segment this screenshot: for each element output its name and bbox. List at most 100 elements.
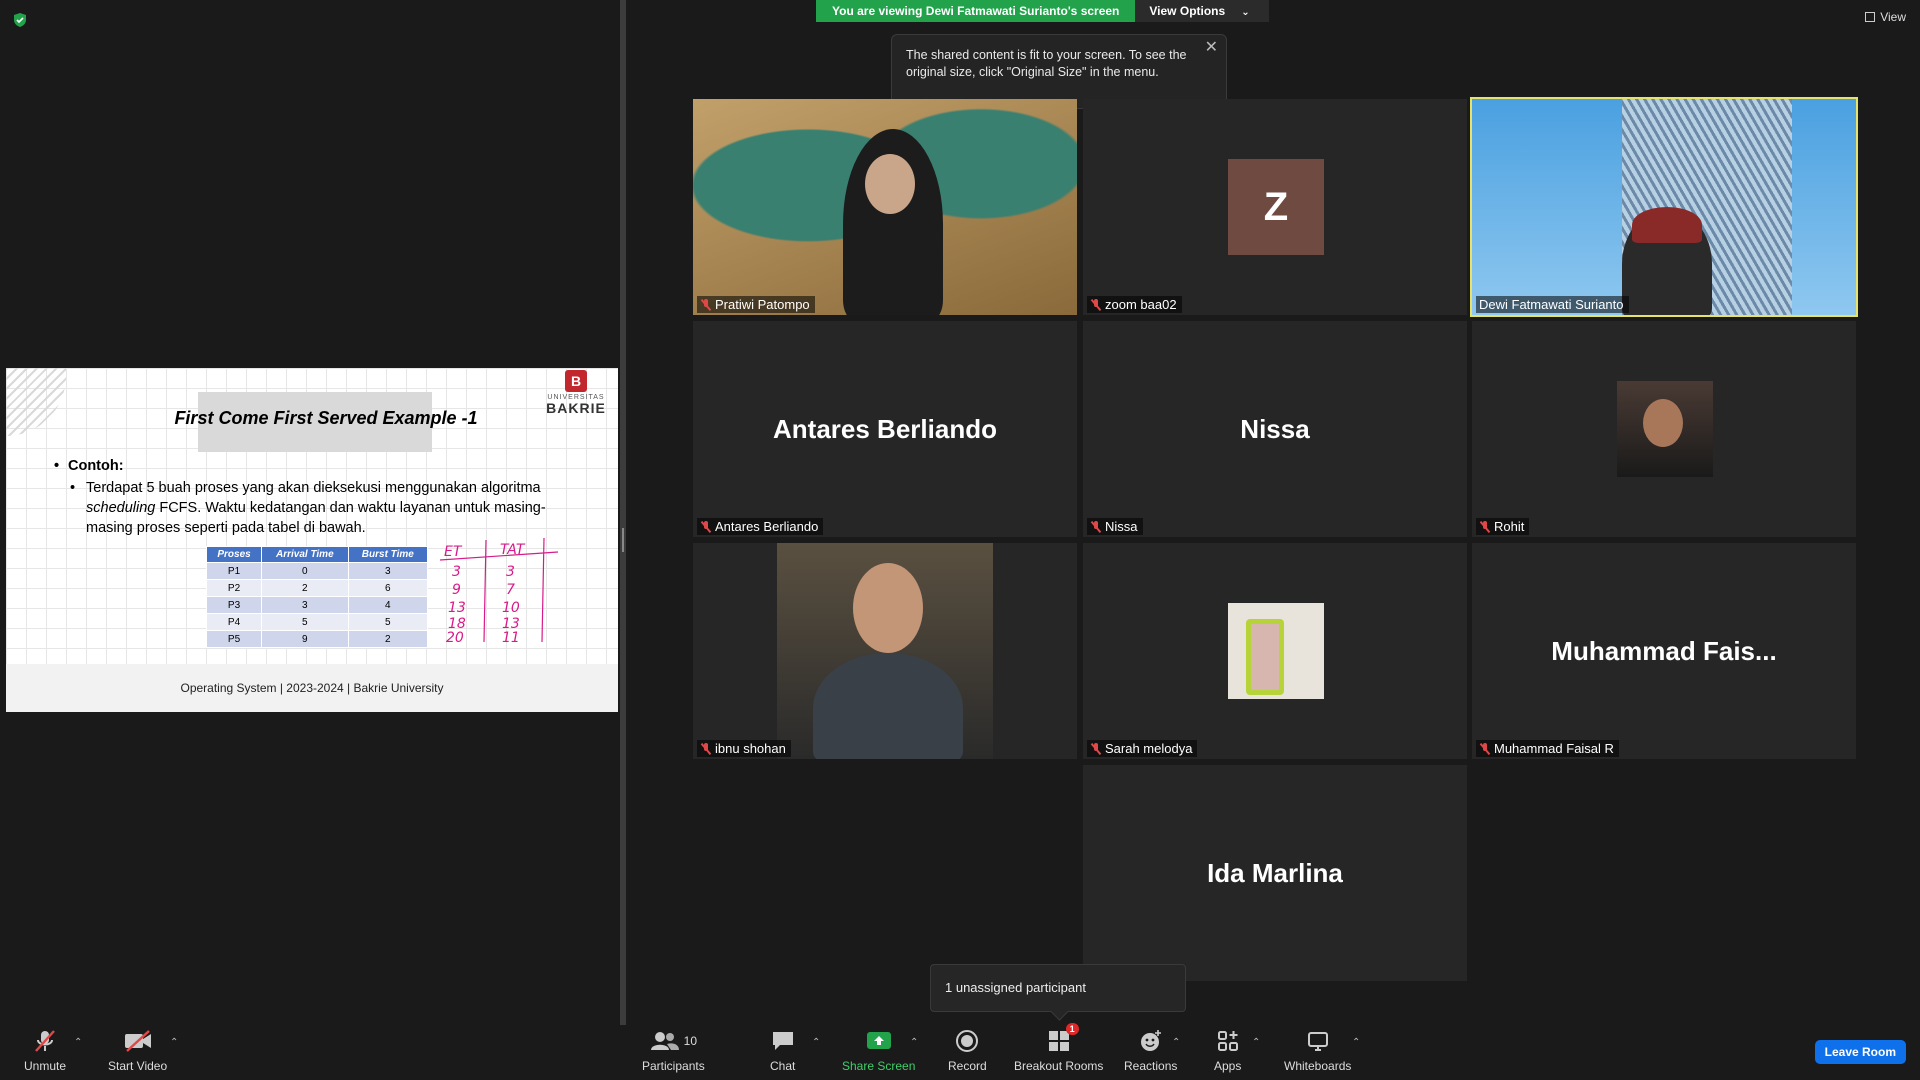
security-shield-icon[interactable] bbox=[12, 12, 28, 28]
participant-name: Sarah melodya bbox=[1105, 741, 1193, 756]
video-options-caret-icon[interactable]: ⌃ bbox=[170, 1037, 178, 1048]
mic-muted-icon bbox=[32, 1029, 58, 1053]
table-cell: 6 bbox=[347, 579, 429, 597]
participant-display-name: Ida Marlina bbox=[1207, 857, 1343, 888]
participant-name: Muhammad Faisal R bbox=[1494, 741, 1614, 756]
hand-et: 9 bbox=[452, 582, 461, 598]
bullet-text: Terdapat 5 buah proses yang akan dieksek… bbox=[64, 478, 580, 538]
leave-room-button[interactable]: Leave Room bbox=[1814, 1040, 1906, 1064]
table-cell: 2 bbox=[347, 630, 429, 648]
breakout-rooms-icon: 1 bbox=[1047, 1023, 1079, 1053]
presentation-slide: First Come First Served Example -1 B UNI… bbox=[6, 368, 618, 712]
handwritten-annotation: ET TAT 3 9 13 18 20 3 7 10 13 11 bbox=[440, 537, 559, 644]
table-cell: P3 bbox=[205, 596, 263, 614]
participant-tile-rohit[interactable]: Rohit bbox=[1472, 321, 1856, 537]
shared-screen-pane[interactable]: First Come First Served Example -1 B UNI… bbox=[0, 0, 620, 1025]
participant-display-name: Muhammad Fais... bbox=[1551, 635, 1777, 666]
whiteboards-options-caret-icon[interactable]: ⌃ bbox=[1352, 1037, 1360, 1048]
participant-tile-nissa[interactable]: Nissa Nissa bbox=[1083, 321, 1467, 537]
participant-name: Nissa bbox=[1105, 519, 1138, 534]
university-logo: B UNIVERSITAS BAKRIE bbox=[540, 370, 612, 415]
participant-name-tag: ibnu shohan bbox=[697, 740, 791, 757]
screen-share-banner: You are viewing Dewi Fatmawati Surianto'… bbox=[816, 0, 1270, 22]
participant-tile-sarah[interactable]: Sarah melodya bbox=[1083, 543, 1467, 759]
participant-display-name: Nissa bbox=[1240, 413, 1310, 444]
mic-muted-icon bbox=[700, 742, 712, 755]
participants-label: Participants bbox=[642, 1059, 705, 1073]
participant-name-tag: Muhammad Faisal R bbox=[1476, 740, 1619, 757]
participant-name: Antares Berliando bbox=[715, 519, 819, 534]
chat-options-caret-icon[interactable]: ⌃ bbox=[812, 1037, 820, 1048]
participant-profile-photo bbox=[1617, 381, 1713, 477]
unassigned-participant-popup[interactable]: 1 unassigned participant bbox=[930, 964, 1186, 1012]
table-row: P2 2 6 bbox=[205, 579, 429, 597]
table-row: P3 3 4 bbox=[205, 596, 429, 614]
start-video-button[interactable]: Start Video bbox=[108, 1029, 167, 1073]
record-button[interactable]: Record bbox=[948, 1029, 987, 1073]
breakout-rooms-button[interactable]: 1 Breakout Rooms bbox=[1014, 1023, 1104, 1073]
participant-tile-antares[interactable]: Antares Berliando Antares Berliando bbox=[693, 321, 1077, 537]
close-icon[interactable]: ✕ bbox=[1205, 39, 1218, 56]
participant-name-tag: Pratiwi Patompo bbox=[697, 296, 815, 313]
table-header: Proses bbox=[205, 546, 263, 563]
participant-name-tag: Sarah melodya bbox=[1087, 740, 1198, 757]
reactions-icon bbox=[1139, 1029, 1163, 1053]
logo-badge: B bbox=[565, 370, 587, 392]
fit-screen-tooltip: The shared content is fit to your screen… bbox=[891, 34, 1227, 109]
reactions-options-caret-icon[interactable]: ⌃ bbox=[1172, 1037, 1180, 1048]
mic-muted-icon bbox=[1090, 520, 1102, 533]
apps-options-caret-icon[interactable]: ⌃ bbox=[1252, 1037, 1260, 1048]
mic-muted-icon bbox=[700, 298, 712, 311]
bullet-text-part-1: Terdapat 5 buah proses yang akan dieksek… bbox=[86, 480, 541, 496]
mic-muted-icon bbox=[1090, 298, 1102, 311]
participant-name: Dewi Fatmawati Surianto bbox=[1479, 297, 1624, 312]
mic-muted-icon bbox=[1479, 520, 1491, 533]
unmute-button[interactable]: Unmute bbox=[24, 1029, 66, 1073]
hand-et: 3 bbox=[452, 564, 461, 580]
bullet-text-italic: scheduling bbox=[86, 500, 156, 516]
hand-tat: 10 bbox=[502, 600, 520, 616]
participant-tile-zoom-baa02[interactable]: Z zoom baa02 bbox=[1083, 99, 1467, 315]
participant-tile-muhammad[interactable]: Muhammad Fais... Muhammad Faisal R bbox=[1472, 543, 1856, 759]
splitter-handle[interactable] bbox=[622, 528, 624, 552]
table-cell: P1 bbox=[205, 562, 263, 580]
view-button[interactable]: View bbox=[1865, 10, 1906, 24]
share-options-caret-icon[interactable]: ⌃ bbox=[910, 1037, 918, 1048]
breakout-badge: 1 bbox=[1065, 1023, 1079, 1035]
participants-button[interactable]: 10 Participants bbox=[642, 1029, 705, 1073]
chat-button[interactable]: Chat bbox=[770, 1029, 795, 1073]
participant-tile-ibnu[interactable]: ibnu shohan bbox=[693, 543, 1077, 759]
hand-tat: 3 bbox=[506, 564, 515, 580]
share-screen-button[interactable]: Share Screen bbox=[842, 1029, 915, 1073]
whiteboards-button[interactable]: Whiteboards bbox=[1284, 1029, 1351, 1073]
audio-options-caret-icon[interactable]: ⌃ bbox=[74, 1037, 82, 1048]
participant-tile-ida[interactable]: Ida Marlina bbox=[1083, 765, 1467, 981]
participant-name-tag: Antares Berliando bbox=[697, 518, 824, 535]
meeting-toolbar: Unmute ⌃ Start Video ⌃ 10 Participants C… bbox=[0, 1023, 1920, 1080]
table-cell: 2 bbox=[261, 579, 349, 597]
table-header: Arrival Time bbox=[261, 546, 349, 563]
table-cell: P5 bbox=[205, 630, 263, 648]
participant-display-name: Antares Berliando bbox=[773, 413, 997, 444]
participant-figure bbox=[813, 653, 963, 759]
start-video-label: Start Video bbox=[108, 1059, 168, 1073]
table-cell: 9 bbox=[261, 630, 349, 648]
breakout-rooms-label: Breakout Rooms bbox=[1014, 1059, 1104, 1073]
apps-label: Apps bbox=[1214, 1059, 1242, 1073]
participant-name: zoom baa02 bbox=[1105, 297, 1177, 312]
hand-tat: 7 bbox=[506, 582, 515, 598]
participant-tile-pratiwi[interactable]: Pratiwi Patompo bbox=[693, 99, 1077, 315]
view-label: View bbox=[1880, 10, 1906, 24]
grid-view-icon bbox=[1865, 12, 1876, 22]
pane-splitter[interactable] bbox=[620, 0, 626, 1025]
share-screen-icon bbox=[866, 1029, 892, 1053]
chat-icon bbox=[771, 1029, 795, 1053]
share-screen-label: Share Screen bbox=[842, 1059, 916, 1073]
reactions-button[interactable]: Reactions bbox=[1124, 1029, 1177, 1073]
participant-tile-dewi[interactable]: Dewi Fatmawati Surianto bbox=[1470, 97, 1858, 317]
apps-button[interactable]: Apps bbox=[1214, 1029, 1241, 1073]
apps-icon bbox=[1216, 1029, 1240, 1053]
participant-face bbox=[853, 563, 923, 653]
bullet-heading: Contoh: bbox=[50, 456, 580, 476]
view-options-button[interactable]: View Options ⌄ bbox=[1135, 0, 1270, 22]
